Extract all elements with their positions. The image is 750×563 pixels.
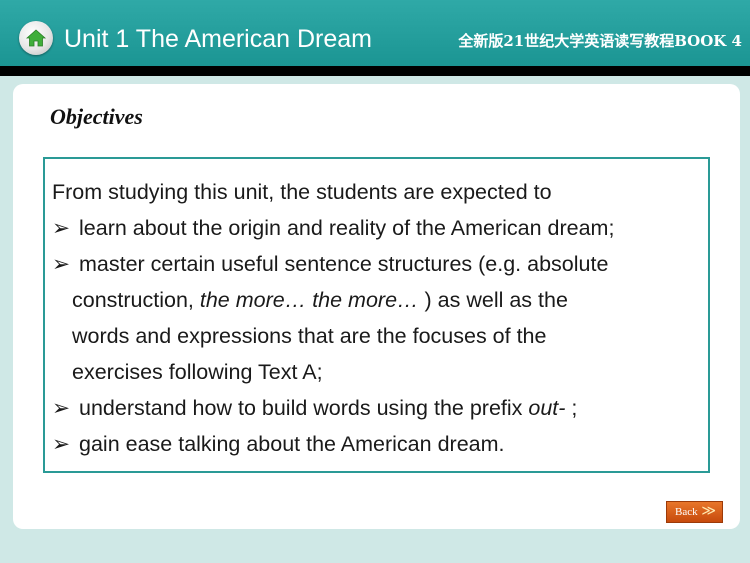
header-divider — [0, 66, 750, 76]
objective-continuation: exercises following Text A; — [72, 360, 323, 384]
bullet-arrow-icon: ➢ — [52, 396, 71, 420]
objective-emphasis: the more… the more… — [199, 288, 419, 312]
objective-item: ➢ understand how to build words using the… — [52, 395, 577, 421]
back-button[interactable]: Back ≫ — [666, 501, 723, 523]
objective-continuation: words and expressions that are the focus… — [72, 324, 547, 348]
objective-text: master certain useful sentence structure… — [79, 252, 609, 276]
objective-text: understand how to build words using the … — [79, 396, 529, 420]
bullet-arrow-icon: ➢ — [52, 432, 71, 456]
objective-text: construction, — [72, 288, 200, 312]
back-button-label: Back — [675, 506, 698, 518]
home-button[interactable] — [19, 21, 53, 55]
objectives-intro: From studying this unit, the students ar… — [52, 180, 552, 204]
objective-text: gain ease talking about the American dre… — [79, 432, 505, 456]
section-title: Objectives — [50, 104, 143, 129]
objective-emphasis: out- — [528, 396, 566, 420]
objective-text: ) as well as the — [418, 288, 568, 312]
home-icon — [25, 29, 47, 47]
objective-text: ; — [565, 396, 578, 420]
bullet-arrow-icon: ➢ — [52, 252, 71, 276]
double-chevron-right-icon: ≫ — [701, 504, 716, 519]
unit-title: Unit 1 The American Dream — [64, 25, 372, 53]
objective-item: ➢ master certain useful sentence structur… — [52, 251, 608, 277]
objective-item: ➢ gain ease talking about the American dr… — [52, 431, 505, 457]
objective-continuation: construction, the more… the more… ) as w… — [72, 287, 568, 313]
objective-text: learn about the origin and reality of th… — [79, 216, 615, 240]
book-title: 全新版21世纪大学英语读写教程BOOK 4 — [458, 32, 742, 50]
bullet-arrow-icon: ➢ — [52, 216, 71, 240]
objective-item: ➢ learn about the origin and reality of t… — [52, 215, 614, 241]
